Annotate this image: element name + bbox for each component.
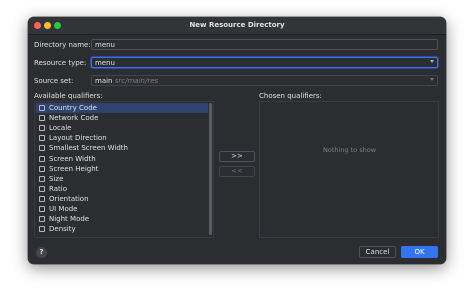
add-qualifier-button[interactable]: >> <box>219 151 255 162</box>
qualifier-item-label: Network Code <box>49 114 99 123</box>
title-bar: New Resource Directory <box>28 17 446 35</box>
qualifier-item[interactable]: Screen Height <box>36 164 208 174</box>
directory-name-label: Directory name: <box>34 41 91 49</box>
resource-type-label: Resource type: <box>34 59 87 67</box>
qualifier-item[interactable]: Smallest Screen Width <box>36 143 208 153</box>
chosen-qualifiers-label: Chosen qualifiers: <box>259 92 322 100</box>
qualifier-item-label: Density <box>49 225 76 234</box>
available-qualifiers-label: Available qualifiers: <box>34 92 103 100</box>
qualifier-item-label: Ratio <box>49 184 67 193</box>
qualifier-item-label: Layout Direction <box>49 134 107 143</box>
qualifier-item[interactable]: Layout Direction <box>36 133 208 143</box>
night-mode-icon <box>39 216 45 223</box>
available-qualifiers-list[interactable]: Country Code Network Code Locale Layout Dir… <box>34 101 214 238</box>
qualifier-item[interactable]: Screen Width <box>36 154 208 164</box>
chevron-down-icon <box>430 60 434 63</box>
layout-direction-icon <box>39 135 45 142</box>
qualifier-item[interactable]: Network Code <box>36 113 208 123</box>
screen-width-icon <box>39 145 45 152</box>
directory-name-field[interactable]: menu <box>91 39 438 50</box>
qualifier-item-label: UI Mode <box>49 205 78 213</box>
available-qualifiers-scrollbar[interactable] <box>209 101 213 238</box>
orientation-icon <box>39 195 45 202</box>
qualifier-item-label: Screen Height <box>49 164 99 173</box>
cancel-button[interactable]: Cancel <box>359 246 396 258</box>
source-set-label: Source set: <box>34 77 74 85</box>
ui-mode-icon <box>39 206 45 212</box>
qualifier-item-label: Smallest Screen Width <box>49 144 128 153</box>
qualifier-item[interactable]: UI Mode <box>36 204 208 214</box>
size-icon <box>39 175 45 182</box>
locale-icon <box>39 125 45 132</box>
directory-name-value: menu <box>95 41 115 49</box>
scrollbar-thumb[interactable] <box>209 103 212 235</box>
qualifier-item[interactable]: Night Mode <box>36 214 208 224</box>
density-icon <box>39 226 45 233</box>
remove-qualifier-button[interactable]: << <box>219 166 255 177</box>
qualifier-item-label: Locale <box>49 124 72 133</box>
ratio-icon <box>39 185 45 192</box>
source-set-hint: src/main/res <box>114 77 159 85</box>
qualifier-item-label: Screen Width <box>49 154 96 163</box>
resource-type-value: menu <box>95 59 115 67</box>
source-set-select[interactable]: main src/main/res <box>91 75 438 86</box>
qualifier-item-label: Size <box>49 174 64 183</box>
qualifier-item-label: Country Code <box>49 104 97 112</box>
qualifier-item-label: Night Mode <box>49 215 90 224</box>
qualifier-item-label: Orientation <box>49 194 89 203</box>
qualifier-item[interactable]: Density <box>36 224 208 234</box>
resource-type-select[interactable]: menu <box>91 57 438 68</box>
help-button[interactable]: ? <box>36 247 47 258</box>
chosen-empty-text: Nothing to show <box>323 146 377 154</box>
network-icon <box>39 115 45 122</box>
globe-icon <box>39 105 45 111</box>
qualifier-item[interactable]: Ratio <box>36 184 208 194</box>
chevron-down-icon <box>430 78 434 81</box>
chosen-qualifiers-list[interactable]: Nothing to show <box>259 101 439 238</box>
source-set-value: main <box>95 77 113 85</box>
screen-height-icon <box>39 165 45 172</box>
qualifier-item[interactable]: Locale <box>36 123 208 133</box>
qualifier-item[interactable]: Size <box>36 174 208 184</box>
qualifier-item[interactable]: Orientation <box>36 194 208 204</box>
qualifier-item[interactable]: Country Code <box>36 103 208 113</box>
screen-width-icon <box>39 155 45 162</box>
ok-button[interactable]: OK <box>401 246 438 258</box>
dialog-title: New Resource Directory <box>189 21 285 29</box>
